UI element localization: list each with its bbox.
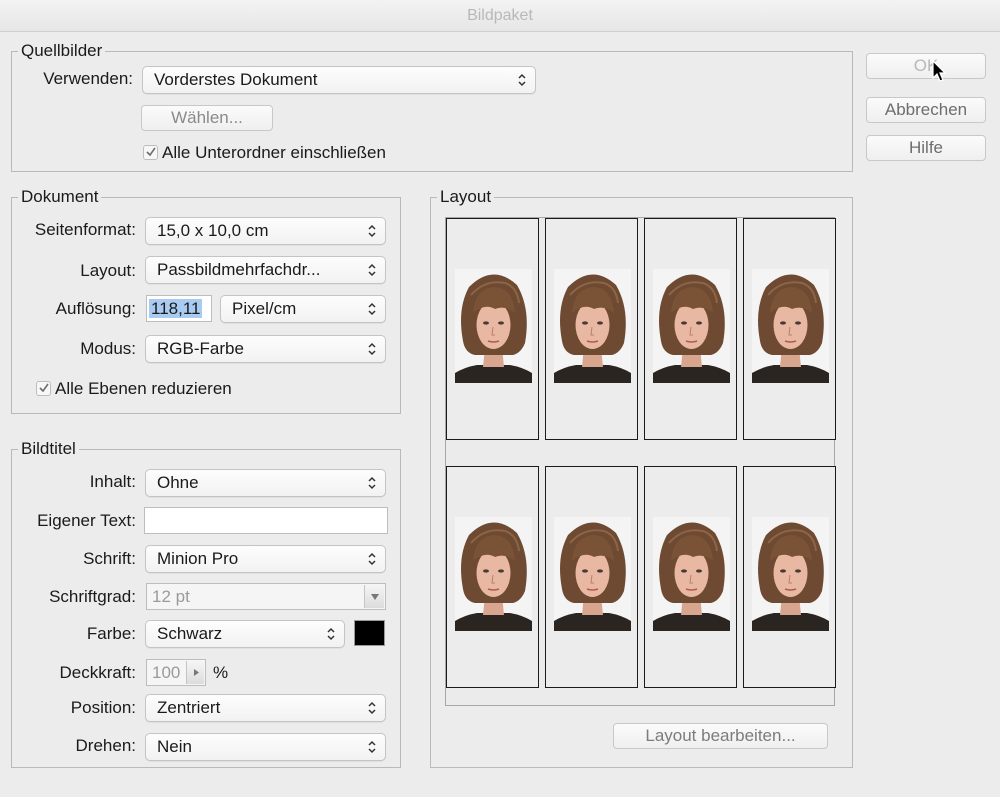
updown-chevron-icon	[367, 223, 377, 239]
updown-chevron-icon	[367, 262, 377, 278]
page-size-value: 15,0 x 10,0 cm	[157, 221, 269, 240]
photo-cell	[743, 466, 836, 688]
page-size-select[interactable]: 15,0 x 10,0 cm	[145, 217, 386, 245]
document-legend: Dokument	[18, 186, 102, 208]
edit-layout-button[interactable]: Layout bearbeiten...	[613, 723, 828, 749]
updown-chevron-icon	[367, 301, 377, 317]
position-select[interactable]: Zentriert	[145, 694, 386, 722]
source-images-legend: Quellbilder	[18, 40, 106, 62]
mode-value: RGB-Farbe	[157, 339, 244, 358]
updown-chevron-icon	[367, 475, 377, 491]
content-select[interactable]: Ohne	[145, 469, 386, 497]
portrait-photo	[554, 269, 631, 383]
font-size-value: 12 pt	[152, 587, 190, 606]
resolution-label: Auflösung:	[55, 299, 136, 318]
include-subfolders-checkbox[interactable]: Alle Unterordner einschließen	[143, 142, 386, 164]
position-label: Position:	[70, 698, 136, 717]
triangle-right-icon[interactable]	[186, 661, 204, 684]
photo-cell	[446, 466, 539, 688]
flatten-layers-checkbox[interactable]: Alle Ebenen reduzieren	[36, 378, 232, 400]
use-select[interactable]: Vorderstes Dokument	[142, 66, 536, 94]
portrait-photo	[752, 517, 829, 631]
triangle-down-icon[interactable]	[364, 585, 384, 608]
portrait-photo	[653, 517, 730, 631]
opacity-label: Deckkraft:	[59, 663, 136, 682]
rotate-select[interactable]: Nein	[145, 733, 386, 761]
font-value: Minion Pro	[157, 549, 239, 568]
photo-cell	[545, 466, 638, 688]
updown-chevron-icon	[517, 72, 527, 88]
font-size-combo[interactable]: 12 pt	[146, 583, 386, 610]
updown-chevron-icon	[367, 739, 377, 755]
label-legend: Bildtitel	[18, 438, 79, 460]
opacity-unit: %	[213, 663, 229, 682]
opacity-input[interactable]: 100	[146, 659, 206, 686]
use-label: Verwenden:	[43, 69, 133, 88]
portrait-photo	[455, 269, 532, 383]
color-value: Schwarz	[157, 624, 223, 643]
photo-cell	[446, 218, 539, 440]
checkmark-icon	[145, 146, 157, 158]
portrait-photo	[554, 517, 631, 631]
use-select-value: Vorderstes Dokument	[154, 70, 318, 89]
resolution-unit-value: Pixel/cm	[232, 299, 297, 318]
portrait-photo	[653, 269, 730, 383]
photo-cell	[743, 218, 836, 440]
layout-legend: Layout	[437, 186, 495, 208]
color-swatch[interactable]	[354, 620, 385, 646]
ok-button[interactable]: OK	[866, 53, 986, 79]
photo-cell	[545, 218, 638, 440]
font-select[interactable]: Minion Pro	[145, 545, 386, 573]
rotate-value: Nein	[157, 737, 192, 756]
flatten-layers-label: Alle Ebenen reduzieren	[55, 379, 232, 398]
photo-cell	[644, 218, 737, 440]
content-value: Ohne	[157, 473, 199, 492]
updown-chevron-icon	[367, 551, 377, 567]
resolution-input[interactable]: 118,11	[146, 295, 212, 322]
color-select[interactable]: Schwarz	[145, 620, 345, 648]
updown-chevron-icon	[367, 700, 377, 716]
layout-label: Layout:	[80, 261, 136, 280]
resolution-value: 118,11	[149, 299, 203, 318]
mouse-pointer-icon	[932, 60, 947, 82]
checkbox-box[interactable]	[36, 381, 51, 396]
mode-select[interactable]: RGB-Farbe	[145, 335, 386, 363]
layout-value: Passbildmehrfachdr...	[157, 260, 321, 279]
custom-text-input[interactable]	[144, 507, 388, 534]
position-value: Zentriert	[157, 698, 221, 717]
checkbox-box[interactable]	[143, 145, 158, 160]
font-size-label: Schriftgrad:	[49, 587, 136, 606]
updown-chevron-icon	[367, 341, 377, 357]
updown-chevron-icon	[326, 626, 336, 642]
custom-text-label: Eigener Text:	[37, 511, 136, 530]
help-button[interactable]: Hilfe	[866, 135, 986, 161]
choose-button[interactable]: Wählen...	[141, 105, 273, 131]
font-label: Schrift:	[83, 549, 136, 568]
cancel-button[interactable]: Abbrechen	[866, 97, 986, 123]
opacity-value: 100	[152, 663, 181, 682]
photo-cell	[644, 466, 737, 688]
checkmark-icon	[38, 382, 50, 394]
include-subfolders-label: Alle Unterordner einschließen	[162, 143, 386, 162]
mode-label: Modus:	[80, 339, 136, 358]
portrait-photo	[455, 517, 532, 631]
portrait-photo	[752, 269, 829, 383]
page-size-label: Seitenformat:	[34, 220, 136, 239]
window-title: Bildpaket	[0, 0, 1000, 32]
content-label: Inhalt:	[89, 472, 136, 491]
resolution-unit-select[interactable]: Pixel/cm	[220, 295, 386, 323]
layout-select[interactable]: Passbildmehrfachdr...	[145, 256, 386, 284]
layout-preview	[445, 217, 836, 706]
rotate-label: Drehen:	[75, 736, 136, 755]
color-label: Farbe:	[86, 624, 136, 643]
